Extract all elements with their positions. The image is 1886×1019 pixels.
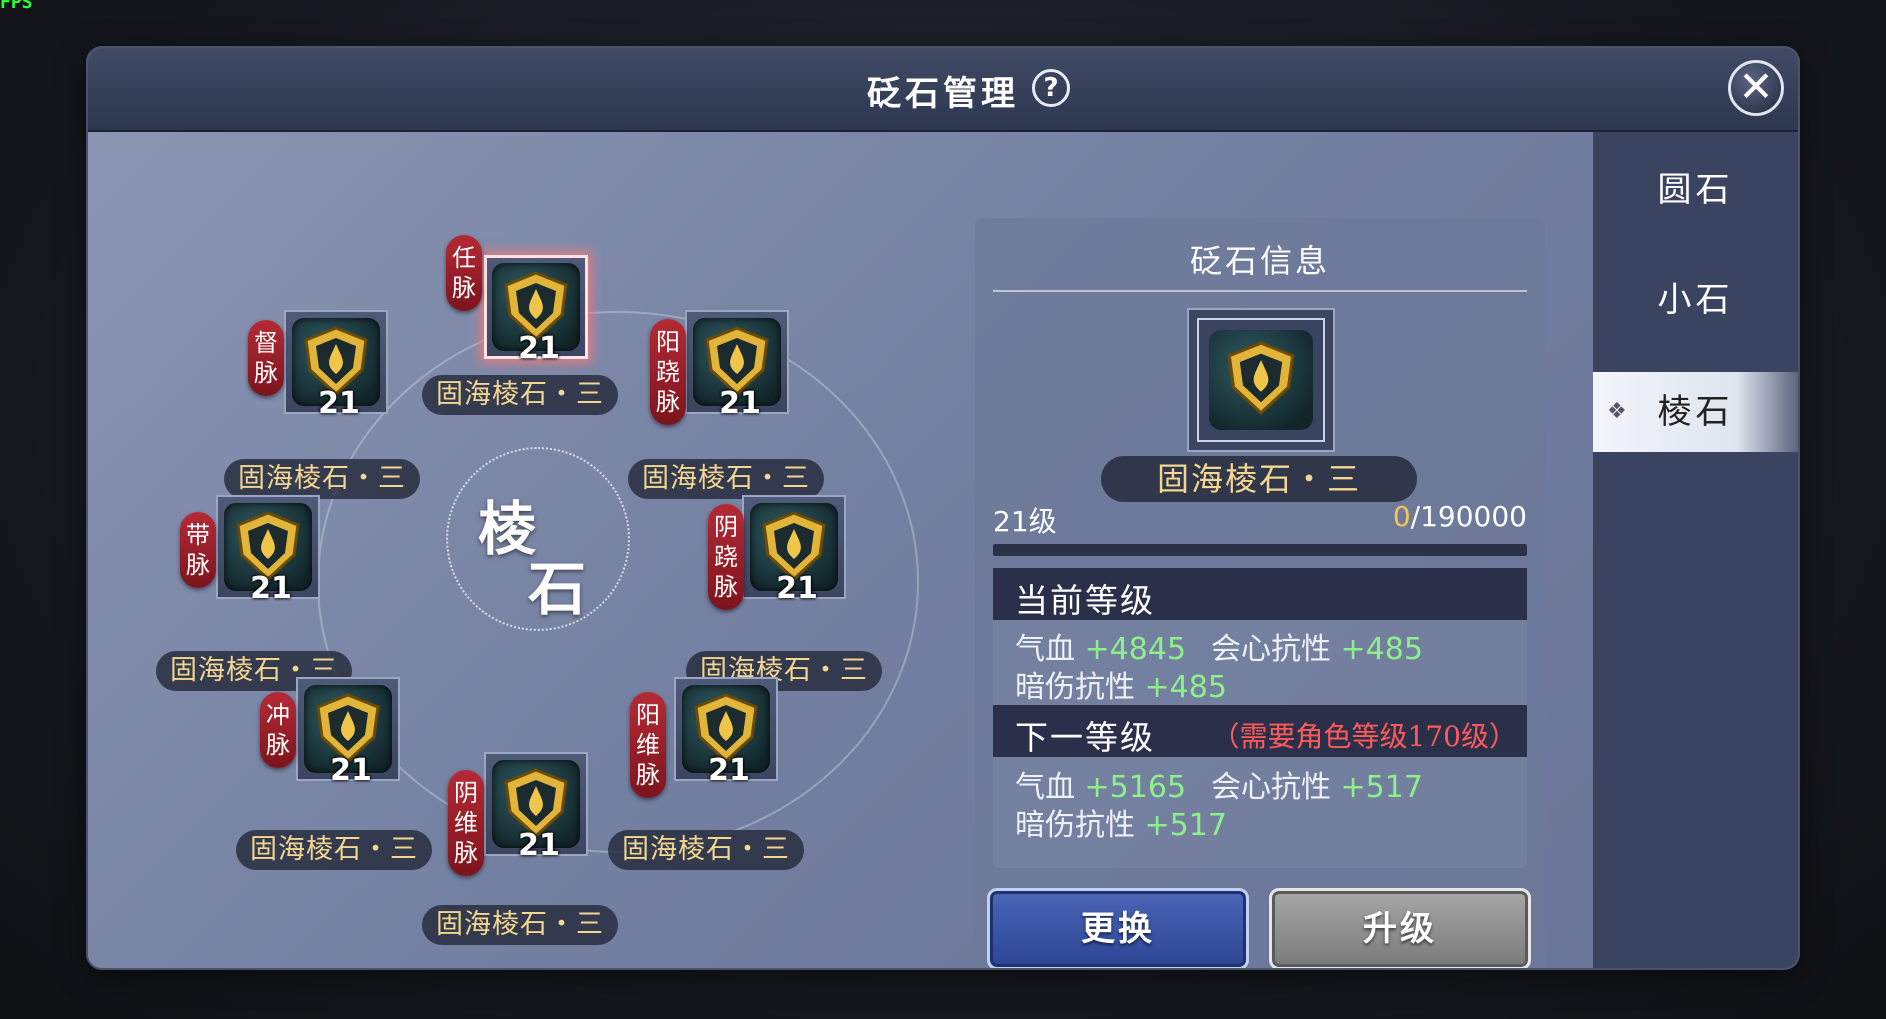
tag-char: 脉 <box>714 573 738 601</box>
meridian-tag: 带脉 <box>180 512 216 588</box>
stone-name: 固海棱石・三 <box>224 459 420 499</box>
stone-level: 21级 <box>993 505 1057 538</box>
meridian-tag: 冲脉 <box>260 692 296 768</box>
stat-label: 会心抗性 <box>1211 632 1331 667</box>
meridian-tag: 阳跷脉 <box>650 319 686 425</box>
stats-box: 当前等级 气血 +4845 会心抗性 +485 暗伤抗性 +485 下一等级 （… <box>993 568 1527 868</box>
tag-char: 跷 <box>656 358 680 386</box>
level-requirement: （需要角色等级170级） <box>1211 720 1517 753</box>
title-bar: 砭石管理 ? ✕ <box>88 48 1798 132</box>
tag-char: 脉 <box>656 388 680 416</box>
tag-char: 督 <box>254 329 278 357</box>
meridian-panel: 棱 石 21 任脉 固海棱石・三 21 督脉 固海棱石・三 21 阳跷脉 固海棱… <box>88 132 1593 968</box>
stone-name: 固海棱石・三 <box>422 905 618 945</box>
stat-label: 暗伤抗性 <box>1015 808 1135 843</box>
divider <box>993 290 1527 292</box>
dialog-title: 砭石管理 <box>867 74 1019 114</box>
meridian-tag: 任脉 <box>446 235 482 311</box>
center-label-line2: 石 <box>528 555 587 623</box>
tag-char: 脉 <box>636 761 660 789</box>
slot-level: 21 <box>719 386 761 421</box>
tag-char: 维 <box>636 731 660 759</box>
stone-info-panel: 砭石信息 固海棱石・三 21级 0/190000 当前等级 气血 +4845 会… <box>975 218 1545 968</box>
tag-char: 任 <box>452 244 476 272</box>
tag-char: 脉 <box>266 731 290 759</box>
tab-prism-stone[interactable]: ❖ 棱石 <box>1593 372 1798 452</box>
stone-name: 固海棱石・三 <box>422 375 618 415</box>
tag-char: 带 <box>186 521 210 549</box>
stone-name: 固海棱石・三 <box>236 830 432 870</box>
stone-slot-yangqiaomai[interactable]: 21 <box>685 310 795 421</box>
close-button[interactable]: ✕ <box>1728 60 1784 116</box>
meridian-tag: 督脉 <box>248 320 284 396</box>
exp-progress-bar <box>993 544 1527 556</box>
stat-next-hidden-res: 暗伤抗性 +517 <box>1015 800 1227 844</box>
tab-small-stone[interactable]: 小石 <box>1593 260 1798 340</box>
meridian-tag: 阴维脉 <box>448 770 484 876</box>
stat-value: +485 <box>1144 670 1227 705</box>
tab-round-stone[interactable]: 圆石 <box>1593 150 1798 230</box>
stat-next-crit-res: 会心抗性 +517 <box>1211 762 1423 806</box>
stone-slot-renmai[interactable]: 21 <box>484 255 594 366</box>
exp-current: 0 <box>1392 500 1411 533</box>
slot-level: 21 <box>518 828 560 863</box>
slot-level: 21 <box>518 331 560 366</box>
current-level-header: 当前等级 <box>993 568 1527 620</box>
next-level-title: 下一等级 <box>1015 718 1155 757</box>
upgrade-button[interactable]: 升级 <box>1269 888 1531 968</box>
tab-label: 小石 <box>1657 280 1734 320</box>
stone-slot-dumai[interactable]: 21 <box>284 310 394 421</box>
meridian-tag: 阴跷脉 <box>708 504 744 610</box>
stone-name: 固海棱石・三 <box>608 830 804 870</box>
slot-level: 21 <box>776 571 818 606</box>
meridian-tag: 阳维脉 <box>630 692 666 798</box>
stone-type-sidebar: 圆石 小石 ❖ 棱石 <box>1593 132 1798 968</box>
stat-label: 暗伤抗性 <box>1015 670 1135 705</box>
tag-char: 阴 <box>714 513 738 541</box>
tag-char: 冲 <box>266 701 290 729</box>
selected-stone-frame <box>1187 308 1335 452</box>
tag-char: 脉 <box>452 274 476 302</box>
exp-readout: 0/190000 <box>1393 500 1527 533</box>
help-button[interactable]: ? <box>1032 69 1070 107</box>
slot-level: 21 <box>708 753 750 788</box>
stat-label: 会心抗性 <box>1211 770 1331 805</box>
stat-current-hidden-res: 暗伤抗性 +485 <box>1015 662 1227 706</box>
slot-level: 21 <box>318 386 360 421</box>
slot-level: 21 <box>250 571 292 606</box>
stone-management-dialog: 砭石管理 ? ✕ 棱 石 21 任脉 固海棱石・三 21 督脉 固海棱石・三 2… <box>88 48 1798 968</box>
tag-char: 脉 <box>454 839 478 867</box>
stat-value: +485 <box>1340 632 1423 667</box>
stone-slot-yinweimai[interactable]: 21 <box>484 752 594 863</box>
slot-level: 21 <box>330 753 372 788</box>
stat-value: +517 <box>1340 770 1423 805</box>
fps-counter: FPS <box>0 0 33 13</box>
next-level-header: 下一等级 （需要角色等级170级） <box>993 705 1527 757</box>
diamond-icon: ❖ <box>1607 399 1631 424</box>
current-level-title: 当前等级 <box>1015 581 1155 620</box>
tab-label: 圆石 <box>1657 170 1734 210</box>
tag-char: 脉 <box>186 551 210 579</box>
exp-total: /190000 <box>1410 500 1527 533</box>
stone-name: 固海棱石・三 <box>628 459 824 499</box>
selected-stone-name: 固海棱石・三 <box>1101 456 1417 502</box>
gem-icon <box>1209 330 1313 430</box>
stone-slot-daimai[interactable]: 21 <box>216 495 326 606</box>
replace-button[interactable]: 更换 <box>987 888 1249 968</box>
selected-stone-inner <box>1197 318 1325 442</box>
tag-char: 阴 <box>454 779 478 807</box>
stat-current-crit-res: 会心抗性 +485 <box>1211 624 1423 668</box>
stat-value: +517 <box>1144 808 1227 843</box>
tab-label: 棱石 <box>1657 392 1734 432</box>
tag-char: 维 <box>454 809 478 837</box>
tag-char: 脉 <box>254 359 278 387</box>
stone-slot-yinqiaomai[interactable]: 21 <box>742 495 852 606</box>
stone-slot-yangweimai[interactable]: 21 <box>674 677 784 788</box>
tag-char: 跷 <box>714 543 738 571</box>
tag-char: 阳 <box>656 328 680 356</box>
info-title: 砭石信息 <box>1189 242 1330 280</box>
stone-slot-chongmai[interactable]: 21 <box>296 677 406 788</box>
tag-char: 阳 <box>636 701 660 729</box>
